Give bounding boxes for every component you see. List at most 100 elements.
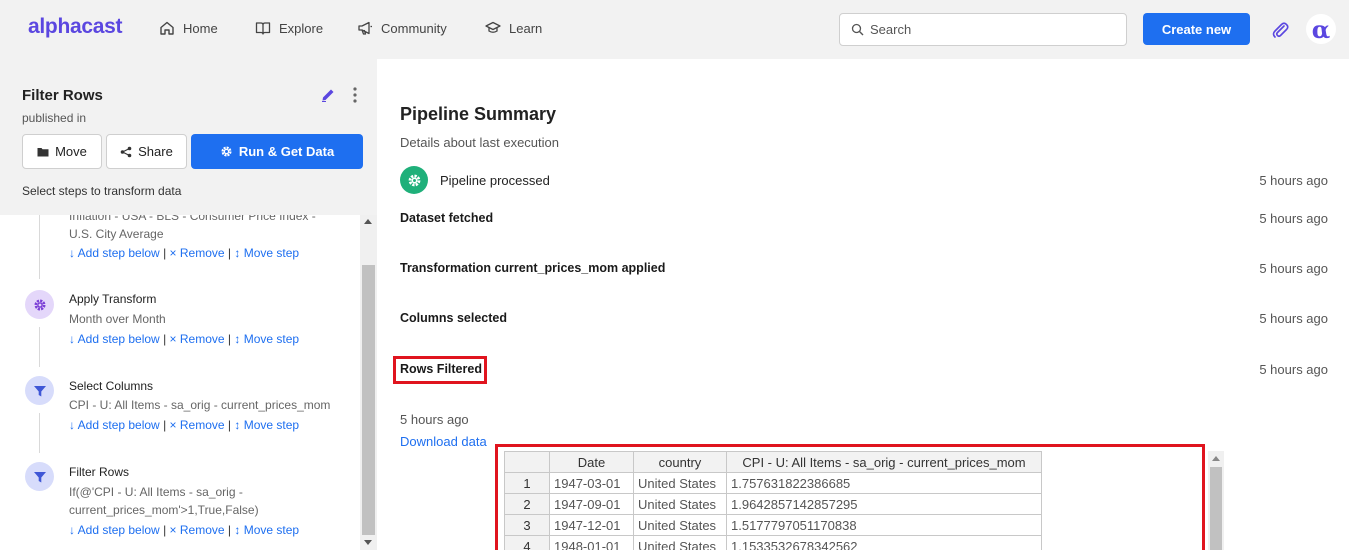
- book-icon: [255, 22, 271, 35]
- step-actions: ↓ Add step below | × Remove | ↕ Move ste…: [69, 418, 300, 432]
- table-cell: 1.9642857142857295: [726, 493, 1042, 515]
- event-label: Transformation current_prices_mom applie…: [400, 261, 666, 275]
- table-header-row: Date country CPI - U: All Items - sa_ori…: [504, 451, 1042, 473]
- column-header: Date: [549, 451, 634, 473]
- top-navbar: alphacast Home Explore Community Learn C…: [0, 0, 1349, 59]
- step-title: Apply Transform: [69, 292, 157, 306]
- search-box[interactable]: [839, 13, 1127, 46]
- step-description: Month over Month: [69, 312, 166, 326]
- step-icon: [25, 462, 54, 491]
- nav-community[interactable]: Community: [357, 20, 447, 36]
- table-cell: 1.757631822386685: [726, 472, 1042, 494]
- event-label: Columns selected: [400, 311, 507, 325]
- pencil-icon[interactable]: [320, 87, 336, 103]
- nav-home-label: Home: [183, 20, 218, 36]
- pipeline-title: Filter Rows: [22, 87, 103, 104]
- table-row: 3 1947-12-01 United States 1.51777970511…: [504, 514, 1042, 536]
- step-connector: [39, 215, 40, 279]
- filter-icon: [33, 385, 46, 396]
- table-cell: 1.5177797051170838: [726, 514, 1042, 536]
- step-description: current_prices_mom'>1,True,False): [69, 503, 259, 517]
- step-actions: ↓ Add step below | × Remove | ↕ Move ste…: [69, 332, 300, 346]
- step-actions: ↓ Add step below | × Remove | ↕ Move ste…: [69, 523, 300, 537]
- create-new-button[interactable]: Create new: [1143, 13, 1250, 45]
- table-row: 2 1947-09-01 United States 1.96428571428…: [504, 493, 1042, 515]
- column-header: [504, 451, 550, 473]
- scroll-thumb[interactable]: [362, 265, 375, 535]
- step-icon: [25, 376, 54, 405]
- step-connector: [39, 327, 40, 367]
- search-icon: [851, 23, 864, 36]
- add-step-below-link[interactable]: ↓ Add step below: [69, 418, 160, 432]
- remove-step-link[interactable]: × Remove: [170, 418, 225, 432]
- step-actions: ↓ Add step below | × Remove | ↕ Move ste…: [69, 246, 300, 260]
- search-input[interactable]: [870, 22, 1110, 37]
- scroll-up-arrow[interactable]: [364, 219, 372, 224]
- scroll-thumb[interactable]: [1210, 467, 1222, 550]
- alphacast-logo[interactable]: alphacast: [28, 15, 122, 39]
- last-execution-time: 5 hours ago: [400, 412, 469, 427]
- move-button-label: Move: [55, 144, 87, 159]
- table-cell: 1947-03-01: [549, 472, 634, 494]
- move-button[interactable]: Move: [22, 134, 102, 169]
- step-description: Inflation - USA - BLS - Consumer Price I…: [69, 215, 316, 223]
- download-data-link[interactable]: Download data: [400, 434, 487, 449]
- table-cell: 1.1533532678342562: [726, 535, 1042, 550]
- table-cell: 1948-01-01: [549, 535, 634, 550]
- add-step-below-link[interactable]: ↓ Add step below: [69, 246, 160, 260]
- event-time: 5 hours ago: [1259, 211, 1328, 226]
- pipeline-panel: Filter Rows published in Move Share Run …: [0, 59, 377, 550]
- summary-title: Pipeline Summary: [400, 104, 557, 124]
- table-scrollbar[interactable]: [1208, 451, 1224, 550]
- nav-learn-label: Learn: [509, 20, 543, 36]
- add-step-below-link[interactable]: ↓ Add step below: [69, 523, 160, 537]
- graduation-cap-icon: [485, 21, 501, 33]
- event-time: 5 hours ago: [1259, 311, 1328, 326]
- row-index: 3: [504, 514, 550, 536]
- remove-step-link[interactable]: × Remove: [170, 246, 225, 260]
- step-connector: [39, 413, 40, 453]
- nav-home[interactable]: Home: [159, 20, 218, 36]
- more-options-icon[interactable]: [350, 86, 360, 104]
- paperclip-icon[interactable]: [1270, 20, 1290, 40]
- move-step-link[interactable]: ↕ Move step: [234, 418, 299, 432]
- step-icon: [25, 290, 54, 319]
- nav-explore[interactable]: Explore: [255, 20, 323, 36]
- add-step-below-link[interactable]: ↓ Add step below: [69, 332, 160, 346]
- event-label: Dataset fetched: [400, 211, 494, 225]
- move-step-link[interactable]: ↕ Move step: [234, 246, 299, 260]
- steps-list: Inflation - USA - BLS - Consumer Price I…: [0, 215, 360, 550]
- move-step-link[interactable]: ↕ Move step: [234, 523, 299, 537]
- run-get-data-button[interactable]: Run & Get Data: [191, 134, 363, 169]
- step-description: CPI - U: All Items - sa_orig - current_p…: [69, 398, 331, 412]
- scroll-up-arrow[interactable]: [1212, 456, 1220, 461]
- steps-scrollbar[interactable]: [360, 215, 377, 550]
- gear-icon: [408, 174, 420, 186]
- table-row: 4 1948-01-01 United States 1.15335326783…: [504, 535, 1042, 550]
- gear-icon: [34, 299, 45, 310]
- move-step-link[interactable]: ↕ Move step: [234, 332, 299, 346]
- steps-hint: Select steps to transform data: [22, 184, 182, 198]
- summary-subtitle: Details about last execution: [400, 135, 559, 150]
- table-cell: United States: [633, 535, 727, 550]
- step-description: If(@'CPI - U: All Items - sa_orig -: [69, 485, 243, 499]
- data-preview-table: Date country CPI - U: All Items - sa_ori…: [504, 451, 1204, 550]
- column-header: country: [633, 451, 727, 473]
- megaphone-icon: [358, 21, 372, 35]
- user-avatar[interactable]: α: [1306, 14, 1336, 44]
- pipeline-processed-icon: [400, 166, 428, 194]
- nav-learn[interactable]: Learn: [485, 20, 542, 36]
- table-cell: 1947-12-01: [549, 514, 634, 536]
- share-button[interactable]: Share: [106, 134, 187, 169]
- row-index: 2: [504, 493, 550, 515]
- event-label: Pipeline processed: [440, 173, 550, 188]
- step-description: U.S. City Average: [69, 227, 164, 241]
- scroll-down-arrow[interactable]: [364, 540, 372, 545]
- row-index: 4: [504, 535, 550, 550]
- remove-step-link[interactable]: × Remove: [170, 332, 225, 346]
- event-time: 5 hours ago: [1259, 261, 1328, 276]
- column-header: CPI - U: All Items - sa_orig - current_p…: [726, 451, 1042, 473]
- pipeline-published-in: published in: [22, 111, 87, 125]
- share-icon: [120, 146, 132, 157]
- remove-step-link[interactable]: × Remove: [170, 523, 225, 537]
